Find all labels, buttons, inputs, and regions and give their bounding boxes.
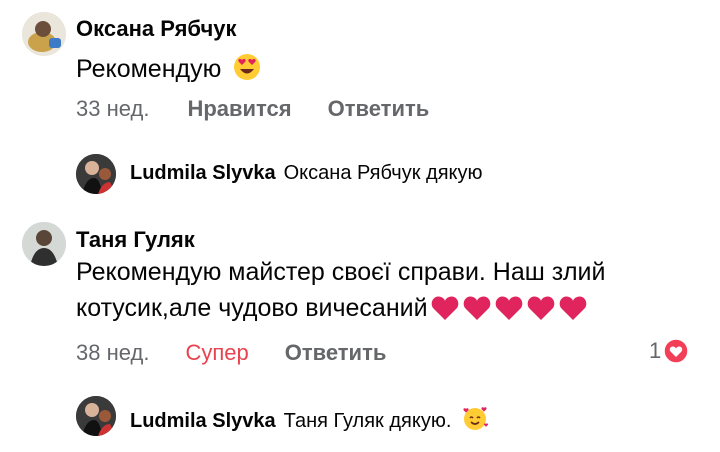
reply-ludmila-2: Ludmila Slyvka Таня Гуляк дякую. (130, 404, 489, 438)
avatar-oksana-image (22, 12, 66, 56)
reaction-count[interactable]: 1 (649, 338, 689, 364)
comment-meta-oksana: 33 нед. Нравится Ответить (76, 96, 429, 122)
avatar-tanya-image (22, 222, 66, 266)
reply-text: Оксана Рябчук дякую (283, 162, 483, 184)
reply-button[interactable]: Ответить (328, 96, 430, 122)
love-reaction-icon (663, 338, 689, 364)
comment-author-oksana[interactable]: Оксана Рябчук (76, 16, 237, 42)
red-heart-emoji-icon (527, 296, 554, 320)
reply-author[interactable]: Ludmila Slyvka (130, 410, 276, 433)
avatar-tanya[interactable] (22, 222, 66, 266)
comment-author-tanya[interactable]: Таня Гуляк (76, 227, 195, 253)
red-heart-emoji-icon (463, 296, 490, 320)
comment-meta-tanya: 38 нед. Супер Ответить (76, 340, 386, 366)
avatar-ludmila-1[interactable] (76, 154, 116, 194)
reply-text: Таня Гуляк дякую. (283, 409, 452, 432)
comment-text: котусик,але чудово вичесаний (76, 294, 428, 322)
reaction-count-number: 1 (649, 338, 662, 363)
red-heart-emoji-icon (559, 296, 586, 320)
like-button[interactable]: Нравится (187, 96, 291, 122)
heart-eyes-emoji-icon (232, 52, 262, 89)
comment-text-oksana: Рекомендую (76, 52, 262, 89)
reply-author[interactable]: Ludmila Slyvka (130, 162, 276, 185)
avatar-oksana[interactable] (22, 12, 66, 56)
reply-ludmila-1: Ludmila Slyvka Оксана Рябчук дякую (130, 162, 483, 185)
red-heart-emoji-icons (430, 294, 588, 322)
red-heart-emoji-icon (431, 296, 458, 320)
comment-text-tanya-line2: котусик,але чудово вичесаний (76, 294, 588, 323)
avatar-ludmila-image (76, 154, 116, 194)
comment-text-tanya-line1: Рекомендую майстер своєї справи. Наш зли… (76, 258, 606, 286)
smiling-face-with-hearts-emoji-icon (461, 404, 489, 438)
comment-time[interactable]: 33 нед. (76, 96, 149, 122)
red-heart-emoji-icon (495, 296, 522, 320)
reply-button[interactable]: Ответить (285, 340, 387, 366)
comment-text: Рекомендую (76, 55, 222, 84)
avatar-ludmila-2[interactable] (76, 396, 116, 436)
comment-time[interactable]: 38 нед. (76, 340, 149, 366)
super-reaction-button[interactable]: Супер (185, 340, 248, 366)
avatar-ludmila-image (76, 396, 116, 436)
